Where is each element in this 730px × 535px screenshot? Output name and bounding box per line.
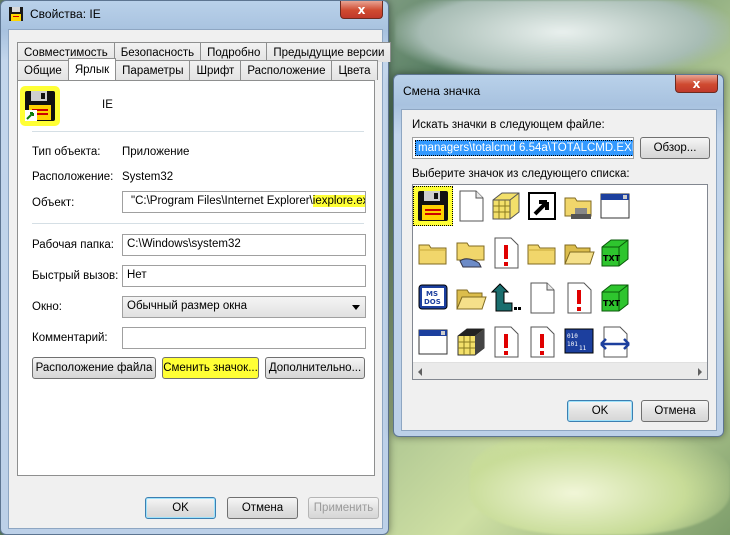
scroll-right-icon[interactable] [698,368,702,376]
window-mode-label: Окно: [32,301,62,313]
window-icon[interactable] [599,190,631,222]
ok-button[interactable]: OK [145,497,216,519]
tab-colors[interactable]: Цвета [331,60,378,80]
tab-shortcut[interactable]: Ярлык [67,58,117,80]
open-folder-icon[interactable] [563,237,595,269]
msdos-icon[interactable]: MS DOS [417,282,449,314]
svg-text:MS: MS [426,290,438,298]
apply-button[interactable]: Применить [308,497,379,519]
separator [32,131,364,132]
icon-list-label: Выберите значок из следующего списка: [412,168,630,180]
close-button[interactable]: x [340,1,383,19]
location-label: Расположение: [32,171,114,183]
cancel-button[interactable]: Отмена [227,497,298,519]
window-icon[interactable] [417,326,449,358]
close-icon: x [357,2,366,17]
icon-list[interactable]: TXT MS DOS TXT 010 101 11 [412,184,708,380]
exclamation-page-icon[interactable] [526,326,558,358]
advanced-button[interactable]: Дополнительно... [265,357,365,379]
network-folder-icon[interactable] [563,190,595,222]
close-icon: x [692,76,701,91]
dialog-ok-button[interactable]: OK [567,400,633,422]
location-value: System32 [122,171,174,183]
svg-text:TXT: TXT [603,299,621,308]
txt-cube-icon[interactable]: TXT [599,282,631,314]
exclamation-page-icon[interactable] [490,237,522,269]
tab-font[interactable]: Шрифт [189,60,242,80]
shared-folder-icon[interactable] [455,237,487,269]
properties-window: Свойства: IE x Совместимость Безопасност… [0,0,392,535]
browse-button[interactable]: Обзор... [640,137,710,159]
target-label: Объект: [32,197,75,209]
arrows-page-icon[interactable] [599,326,631,358]
blank-page-icon[interactable] [526,282,558,314]
tab-security[interactable]: Безопасность [113,42,202,62]
target-field[interactable]: "C:\Program Files\Internet Explorer\iexp… [122,191,366,213]
txt-cube-icon[interactable]: TXT [599,237,631,269]
type-label: Тип объекта: [32,146,101,158]
tab-layout[interactable]: Расположение [240,60,333,80]
change-icon-button[interactable]: Сменить значок... [162,357,259,379]
tab-general[interactable]: Общие [17,60,69,80]
window-mode-value: Обычный размер окна [127,300,248,312]
icon-file-field[interactable]: managers\totalcmd 6.54a\TOTALCMD.EXE [412,137,634,159]
file-location-button[interactable]: Расположение файла [32,357,156,379]
folder-icon[interactable] [417,237,449,269]
hotkey-label: Быстрый вызов: [32,270,119,282]
dark-cube-icon[interactable] [455,326,487,358]
dialog-close-button[interactable]: x [675,75,718,93]
blank-page-icon[interactable] [455,190,487,222]
up-arrow-icon[interactable] [490,282,522,314]
tab-details[interactable]: Подробно [200,42,268,62]
floppy-icon [24,90,56,122]
yellow-cube-icon[interactable] [490,190,522,222]
comment-label: Комментарий: [32,332,108,344]
svg-text:11: 11 [579,345,587,352]
comment-field[interactable] [122,327,366,349]
horizontal-scrollbar[interactable] [413,362,707,379]
tab-row-2: Общие Ярлык Параметры Шрифт Расположение… [17,58,378,80]
svg-text:DOS: DOS [424,298,441,306]
type-value: Приложение [122,146,190,158]
background-leaf [470,430,730,535]
chevron-down-icon [352,305,360,310]
hotkey-field[interactable]: Нет [122,265,366,287]
binary-screen-icon[interactable]: 010 101 11 [563,326,595,358]
window-title: Свойства: IE [30,7,101,21]
floppy-icon [8,6,24,22]
tab-options[interactable]: Параметры [115,60,191,80]
dialog-cancel-button[interactable]: Отмена [641,400,709,422]
svg-text:TXT: TXT [603,254,621,263]
dialog-client-area: Искать значки в следующем файле: manager… [401,109,717,431]
scroll-left-icon[interactable] [418,368,422,376]
shortcut-name: IE [102,99,113,111]
separator [32,223,364,224]
exclamation-page-icon[interactable] [490,326,522,358]
window-mode-select[interactable]: Обычный размер окна [122,296,366,318]
exclamation-page-icon[interactable] [563,282,595,314]
target-exe-highlight: iexplore.exe" [312,195,365,207]
svg-text:010: 010 [567,333,578,340]
svg-text:101: 101 [567,341,578,348]
folder-icon[interactable] [526,237,558,269]
shortcut-tab-page: IE Тип объекта: Приложение Расположение:… [17,80,375,476]
background-frost [395,0,730,80]
workdir-field[interactable]: C:\Windows\system32 [122,234,366,256]
client-area: Совместимость Безопасность Подробно Пред… [8,29,392,529]
dialog-title: Смена значка [403,84,481,98]
shortcut-arrow-icon[interactable] [526,190,558,222]
change-icon-dialog: Смена значка x Искать значки в следующем… [393,74,724,437]
target-path: "C:\Program Files\Internet Explorer\ [131,195,313,207]
tab-previous-versions[interactable]: Предыдущие версии [266,42,392,62]
dialog-title-bar[interactable]: Смена значка [394,75,723,101]
floppy-icon[interactable] [413,186,453,226]
workdir-label: Рабочая папка: [32,239,114,251]
title-bar[interactable]: Свойства: IE [1,1,388,27]
icon-file-value: managers\totalcmd 6.54a\TOTALCMD.EXE [415,140,633,156]
open-folder-icon[interactable] [455,282,487,314]
search-label: Искать значки в следующем файле: [412,119,605,131]
